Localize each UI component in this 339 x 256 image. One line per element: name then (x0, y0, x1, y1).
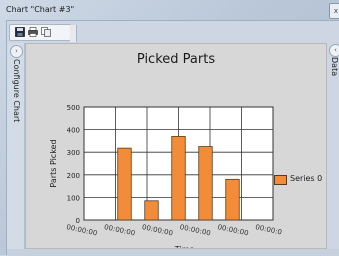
chart-window-frame: › Configure Chart ‹ Data Picked Parts 01… (6, 20, 339, 256)
print-icon[interactable] (27, 27, 38, 38)
y-tick-label: 0 (76, 217, 80, 225)
legend-swatch-series-0 (274, 175, 287, 185)
x-tick-label: 00:00:0 (255, 223, 283, 236)
y-tick-label: 100 (67, 194, 80, 202)
chart-panel: Picked Parts 0 100 200 300 400 500 00:00:00 00:… (25, 43, 327, 249)
x-tick-label: 00:00:00 (141, 223, 173, 237)
x-tick-label: 00:00:00 (66, 223, 98, 237)
bar (144, 200, 159, 221)
close-icon[interactable]: x (329, 3, 339, 19)
configure-chart-label[interactable]: Configure Chart (8, 59, 24, 179)
y-tick-label: 500 (67, 104, 80, 112)
bar-chart: 010020030040050000:00:00 00:00:00 00:00:00… (49, 104, 283, 248)
bar (225, 178, 240, 221)
y-tick-label: 400 (67, 127, 80, 135)
data-panel-label[interactable]: Data (327, 57, 339, 97)
bar (198, 146, 213, 221)
x-tick-label: 00:00:00 (217, 223, 249, 237)
x-tick-label: 00:00:00 (103, 223, 135, 237)
window-title: Chart "Chart #3" (0, 0, 339, 20)
x-axis-label: Time (174, 245, 195, 248)
expand-configure-button[interactable]: › (10, 45, 23, 58)
y-axis-label: Parts Picked (49, 139, 58, 187)
expand-data-button[interactable]: ‹ (329, 44, 339, 57)
chart-toolbar (9, 24, 77, 42)
legend-label-series-0: Series 0 (290, 174, 323, 183)
bar (117, 147, 132, 221)
window-title-text: Chart "Chart #3" (6, 5, 75, 14)
x-tick-label: 00:00:00 (179, 223, 211, 237)
copy-icon[interactable] (40, 27, 51, 38)
toolbar-overflow-handle[interactable] (70, 25, 77, 42)
y-tick-label: 300 (67, 149, 80, 157)
bar (171, 135, 186, 221)
y-tick-label: 200 (67, 172, 80, 180)
configure-chart-rail: › Configure Chart (7, 43, 25, 256)
save-icon[interactable] (14, 27, 25, 38)
